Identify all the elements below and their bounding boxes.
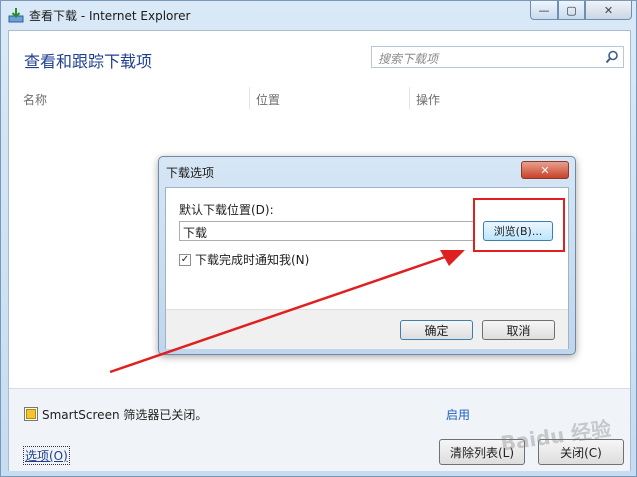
options-link[interactable]: 选项(O) (23, 446, 70, 465)
highlight-box (473, 198, 565, 252)
notify-checkbox-label: 下载完成时通知我(N) (195, 253, 310, 267)
page-title: 查看和跟踪下载项 (24, 52, 153, 71)
maximize-button[interactable]: ▢ (558, 1, 585, 20)
column-header-name[interactable]: 名称 (23, 91, 47, 108)
column-divider (409, 87, 410, 109)
minimize-button[interactable]: — (530, 1, 558, 20)
download-app-icon (8, 8, 24, 23)
column-header-actions[interactable]: 操作 (416, 91, 440, 108)
ok-button[interactable]: 确定 (400, 320, 473, 340)
enable-smartscreen-link[interactable]: 启用 (446, 406, 470, 423)
search-icon[interactable] (605, 50, 619, 64)
smartscreen-warning-icon (24, 407, 38, 421)
download-path-field[interactable]: 下载 (179, 221, 475, 241)
column-divider (249, 87, 250, 109)
search-input[interactable]: 搜索下载项 (371, 46, 624, 68)
search-placeholder: 搜索下载项 (378, 52, 439, 66)
close-icon: ✕ (603, 3, 614, 17)
maximize-icon: ▢ (566, 3, 577, 17)
checkmark-icon: ✓ (180, 253, 190, 265)
window-title: 查看下载 - Internet Explorer (29, 9, 191, 23)
close-icon: ✕ (540, 163, 550, 177)
close-window-button[interactable]: ✕ (585, 1, 632, 20)
default-location-label: 默认下载位置(D): (179, 203, 274, 217)
dialog-close-button[interactable]: ✕ (521, 161, 569, 179)
title-bar: 查看下载 - Internet Explorer — ▢ ✕ (1, 1, 636, 29)
cancel-button[interactable]: 取消 (482, 320, 555, 340)
download-options-dialog: 下载选项 ✕ 默认下载位置(D): 下载 浏览(B)... ✓ 下载完成时通知我… (158, 156, 576, 355)
smartscreen-status-text: SmartScreen 筛选器已关闭。 (42, 408, 208, 422)
notify-checkbox-row[interactable]: ✓ 下载完成时通知我(N) (179, 251, 309, 268)
dialog-title: 下载选项 (166, 166, 215, 180)
minimize-icon: — (538, 3, 550, 17)
column-header-location[interactable]: 位置 (256, 91, 280, 108)
notify-checkbox[interactable]: ✓ (179, 253, 191, 266)
dialog-footer: 确定 取消 (166, 309, 568, 349)
